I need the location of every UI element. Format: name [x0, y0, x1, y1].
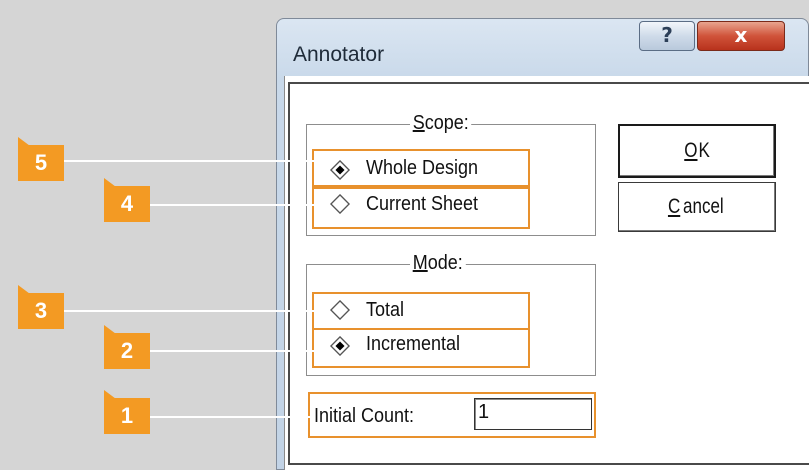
window-title: Annotator: [293, 43, 385, 66]
callout-3: 3: [18, 285, 64, 329]
callout-number: 2: [120, 338, 134, 363]
callout-number: 4: [120, 191, 134, 216]
callout-tab: [18, 137, 31, 146]
leader-line-4: [150, 204, 316, 206]
callout-tab: [18, 285, 31, 294]
callout-number: 3: [34, 298, 48, 323]
callout-2: 2: [104, 325, 150, 369]
callout-number: 5: [34, 150, 48, 175]
leader-line-2: [150, 350, 316, 352]
help-button[interactable]: ?: [639, 21, 695, 51]
highlight-box-4: [312, 187, 530, 229]
callout-tab: [104, 325, 117, 334]
leader-line-3: [64, 310, 316, 312]
callout-number: 1: [120, 403, 134, 428]
callout-tab: [104, 178, 117, 187]
callout-tab: [104, 390, 117, 399]
leader-line-1: [150, 416, 312, 418]
close-button[interactable]: x: [697, 21, 785, 51]
ok-button[interactable]: OK: [618, 124, 776, 178]
highlight-box-1: [308, 392, 596, 438]
highlight-box-3: [312, 292, 530, 330]
leader-line-5: [64, 160, 316, 162]
mode-legend: Mode:: [410, 252, 466, 275]
scope-legend: Scope:: [410, 112, 472, 135]
callout-4: 4: [104, 178, 150, 222]
highlight-box-2: [312, 328, 530, 368]
highlight-box-5: [312, 149, 530, 187]
cancel-button[interactable]: Cancel: [618, 182, 776, 232]
callout-5: 5: [18, 137, 64, 181]
callout-1: 1: [104, 390, 150, 434]
